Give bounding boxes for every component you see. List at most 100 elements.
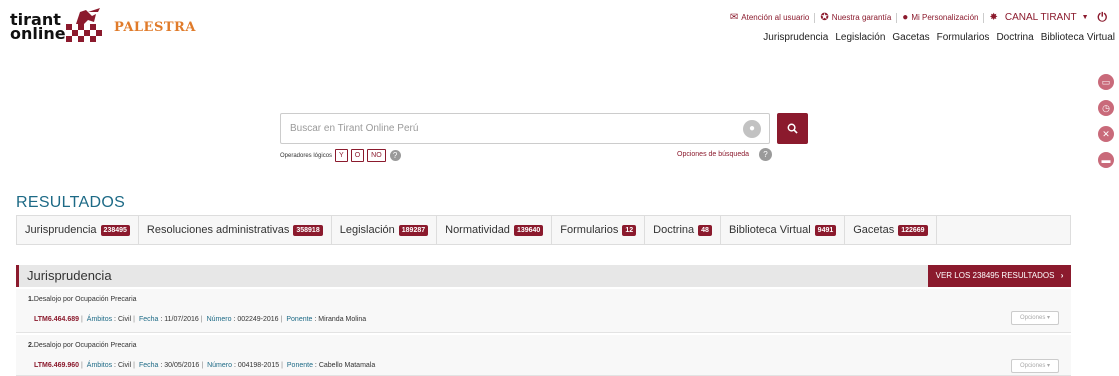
- count-badge: 9491: [814, 224, 837, 236]
- power-icon[interactable]: ⏻: [1098, 10, 1108, 25]
- tab-label: Legislación: [339, 224, 395, 236]
- search-button[interactable]: [777, 113, 808, 144]
- personalizacion-link[interactable]: Mi Personalización: [911, 13, 978, 22]
- atencion-link[interactable]: Atención al usuario: [741, 13, 809, 22]
- divider: [814, 12, 816, 23]
- tab-label: Jurisprudencia: [25, 224, 97, 236]
- result-title-text: Desalojo por Ocupación Precaria: [33, 296, 137, 303]
- tab-biblioteca-virtual[interactable]: Biblioteca Virtual 9491: [721, 216, 846, 244]
- nav-legislacion[interactable]: Legislación: [835, 32, 885, 43]
- numero-label: Número: [206, 316, 232, 323]
- view-all-label: VER LOS 238495 RESULTADOS: [935, 271, 1055, 280]
- logo-text-bottom: online: [10, 24, 66, 43]
- search-icon: [787, 123, 798, 134]
- search-options: Opciones de búsqueda ?: [677, 148, 772, 161]
- view-all-results-button[interactable]: VER LOS 238495 RESULTADOS ›: [928, 265, 1071, 287]
- result-title[interactable]: 1.Desalojo por Ocupación Precaria: [28, 296, 137, 303]
- count-badge: 358918: [293, 224, 323, 236]
- ponente-value: Miranda Molina: [318, 316, 367, 323]
- garantia-link[interactable]: Nuestra garantía: [832, 13, 892, 22]
- tab-jurisprudencia[interactable]: Jurisprudencia 238495: [17, 216, 139, 244]
- side-toolbar: ▭ ◷ ✕ ▬: [1098, 74, 1114, 178]
- section-header: Jurisprudencia VER LOS 238495 RESULTADOS…: [16, 265, 1071, 287]
- ambitos-value: Civil: [117, 362, 132, 369]
- search-input[interactable]: [281, 114, 721, 143]
- caret-down-icon: ▾: [1047, 363, 1051, 369]
- ambitos-label: Ámbitos: [86, 316, 113, 323]
- gear-icon[interactable]: ✸: [989, 12, 997, 23]
- result-title-text: Desalojo por Ocupación Precaria: [33, 342, 137, 349]
- result-title[interactable]: 2.Desalojo por Ocupación Precaria: [28, 342, 137, 349]
- logical-operators: Operadores lógicos Y O NO ?: [280, 149, 401, 162]
- result-code[interactable]: LTM6.464.689: [34, 316, 79, 323]
- ponente-label: Ponente: [286, 316, 313, 323]
- tab-label: Formularios: [560, 224, 619, 236]
- fecha-value: 30/05/2016: [164, 362, 200, 369]
- count-badge: 122669: [898, 224, 928, 236]
- mail-icon: ✉: [729, 12, 739, 23]
- ponente-label: Ponente: [286, 362, 313, 369]
- caret-down-icon: ▾: [1047, 315, 1051, 321]
- ribbon-icon: ✪: [820, 12, 829, 23]
- logo[interactable]: tirant online PALESTRA: [10, 8, 196, 46]
- options-dropdown[interactable]: Opciones ▾: [1011, 359, 1059, 373]
- tab-doctrina[interactable]: Doctrina 48: [645, 216, 721, 244]
- count-badge: 238495: [100, 224, 130, 236]
- meta-separator: |: [200, 316, 203, 323]
- meta-separator: |: [281, 362, 283, 369]
- count-badge: 189287: [398, 224, 429, 236]
- meta-separator: |: [81, 316, 83, 323]
- operator-o-button[interactable]: O: [350, 149, 365, 162]
- options-label: Opciones: [1019, 363, 1046, 369]
- search-options-link[interactable]: Opciones de búsqueda: [677, 151, 749, 158]
- result-code[interactable]: LTM6.469.960: [34, 362, 79, 369]
- clock-icon[interactable]: ◷: [1098, 100, 1114, 116]
- nav-formularios[interactable]: Formularios: [937, 32, 990, 43]
- result-row: 1.Desalojo por Ocupación Precaria LTM6.4…: [16, 289, 1071, 333]
- tab-label: Doctrina: [653, 224, 695, 236]
- result-meta: LTM6.469.960 | Ámbitos : Civil | Fecha : 3…: [34, 362, 376, 369]
- result-row: 2.Desalojo por Ocupación Precaria LTM6.4…: [16, 335, 1071, 376]
- search-box: ●: [280, 113, 770, 144]
- divider: [983, 12, 985, 23]
- lifebuoy-icon[interactable]: ✕: [1098, 126, 1114, 142]
- count-badge: 12: [622, 224, 637, 236]
- nav-doctrina[interactable]: Doctrina: [996, 32, 1033, 43]
- tab-label: Resoluciones administrativas: [146, 224, 290, 236]
- tab-normatividad[interactable]: Normatividad 139640: [437, 216, 553, 244]
- result-meta: LTM6.464.689 | Ámbitos : Civil | Fecha : 1…: [34, 316, 367, 323]
- section-title: Jurisprudencia: [27, 268, 112, 283]
- meta-separator: |: [133, 362, 135, 369]
- main-nav: Jurisprudencia Legislación Gacetas Formu…: [756, 32, 1115, 43]
- count-badge: 139640: [513, 224, 544, 236]
- archive-icon[interactable]: ▬: [1098, 152, 1114, 168]
- tab-gacetas[interactable]: Gacetas 122669: [845, 216, 937, 244]
- tab-label: Gacetas: [853, 224, 895, 236]
- nav-gacetas[interactable]: Gacetas: [892, 32, 929, 43]
- card-icon[interactable]: ▭: [1098, 74, 1114, 90]
- operators-label: Operadores lógicos: [280, 152, 333, 159]
- results-title: RESULTADOS: [16, 194, 126, 211]
- options-label: Opciones: [1019, 315, 1046, 321]
- nav-biblioteca-virtual[interactable]: Biblioteca Virtual: [1041, 32, 1115, 43]
- nav-jurisprudencia[interactable]: Jurisprudencia: [763, 32, 828, 43]
- microphone-icon[interactable]: ●: [743, 120, 761, 138]
- canal-tirant-dropdown[interactable]: CANAL TIRANT: [1005, 12, 1077, 23]
- question-icon[interactable]: ?: [759, 148, 772, 161]
- user-icon: ●: [902, 12, 909, 23]
- caret-down-icon[interactable]: ▼: [1082, 14, 1089, 21]
- meta-separator: |: [201, 362, 204, 369]
- tab-resoluciones[interactable]: Resoluciones administrativas 358918: [139, 216, 332, 244]
- operator-no-button[interactable]: NO: [367, 149, 386, 162]
- operator-y-button[interactable]: Y: [335, 149, 348, 162]
- fecha-label: Fecha: [138, 362, 159, 369]
- palestra-brand: PALESTRA: [114, 19, 196, 35]
- chevron-right-icon: ›: [1060, 271, 1064, 280]
- ambitos-value: Civil: [117, 316, 132, 323]
- question-icon[interactable]: ?: [389, 150, 401, 161]
- tab-formularios[interactable]: Formularios 12: [552, 216, 646, 244]
- top-links: ✉ Atención al usuario ✪ Nuestra garantía…: [730, 10, 1107, 25]
- tab-legislacion[interactable]: Legislación 189287: [332, 216, 438, 244]
- options-dropdown[interactable]: Opciones ▾: [1011, 311, 1059, 325]
- numero-value: 002249-2016: [237, 316, 279, 323]
